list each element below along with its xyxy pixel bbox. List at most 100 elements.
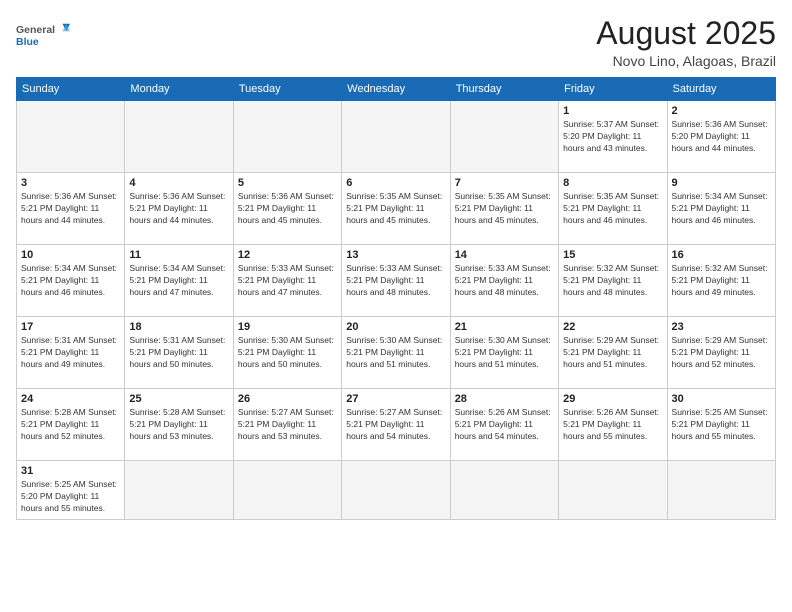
day-number: 17 (21, 321, 120, 333)
calendar-cell: 13Sunrise: 5:33 AM Sunset: 5:21 PM Dayli… (342, 245, 450, 317)
day-detail: Sunrise: 5:30 AM Sunset: 5:21 PM Dayligh… (455, 335, 554, 371)
day-number: 18 (129, 321, 228, 333)
day-detail: Sunrise: 5:34 AM Sunset: 5:21 PM Dayligh… (21, 263, 120, 299)
week-row-2: 10Sunrise: 5:34 AM Sunset: 5:21 PM Dayli… (17, 245, 776, 317)
day-detail: Sunrise: 5:35 AM Sunset: 5:21 PM Dayligh… (346, 191, 445, 227)
day-detail: Sunrise: 5:37 AM Sunset: 5:20 PM Dayligh… (563, 119, 662, 155)
day-number: 4 (129, 177, 228, 189)
calendar-cell (342, 101, 450, 173)
calendar-cell (342, 461, 450, 520)
month-title: August 2025 (596, 16, 776, 51)
week-row-0: 1 Sunrise: 5:37 AM Sunset: 5:20 PM Daylig… (17, 101, 776, 173)
calendar-cell: 5 Sunrise: 5:36 AM Sunset: 5:21 PM Daylig… (233, 173, 341, 245)
header: General Blue August 2025 Novo Lino, Alag… (16, 16, 776, 69)
day-detail: Sunrise: 5:33 AM Sunset: 5:21 PM Dayligh… (238, 263, 337, 299)
day-detail: Sunrise: 5:30 AM Sunset: 5:21 PM Dayligh… (346, 335, 445, 371)
calendar-cell: 26 Sunrise: 5:27 AM Sunset: 5:21 PM Dayli… (233, 389, 341, 461)
header-sunday: Sunday (17, 78, 125, 101)
day-detail: Sunrise: 5:34 AM Sunset: 5:21 PM Dayligh… (672, 191, 771, 227)
day-number: 13 (346, 249, 445, 261)
calendar-cell (125, 101, 233, 173)
calendar-cell: 15 Sunrise: 5:32 AM Sunset: 5:21 PM Dayli… (559, 245, 667, 317)
calendar-cell: 8Sunrise: 5:35 AM Sunset: 5:21 PM Daylig… (559, 173, 667, 245)
header-wednesday: Wednesday (342, 78, 450, 101)
day-detail: Sunrise: 5:32 AM Sunset: 5:21 PM Dayligh… (563, 263, 662, 299)
calendar-cell: 28 Sunrise: 5:26 AM Sunset: 5:21 PM Dayli… (450, 389, 558, 461)
day-detail: Sunrise: 5:31 AM Sunset: 5:21 PM Dayligh… (129, 335, 228, 371)
week-row-4: 24Sunrise: 5:28 AM Sunset: 5:21 PM Dayli… (17, 389, 776, 461)
day-number: 9 (672, 177, 771, 189)
calendar-cell: 2Sunrise: 5:36 AM Sunset: 5:20 PM Daylig… (667, 101, 775, 173)
calendar-cell: 27 Sunrise: 5:27 AM Sunset: 5:21 PM Dayli… (342, 389, 450, 461)
calendar-cell (233, 461, 341, 520)
calendar-cell: 20 Sunrise: 5:30 AM Sunset: 5:21 PM Dayli… (342, 317, 450, 389)
day-detail: Sunrise: 5:26 AM Sunset: 5:21 PM Dayligh… (563, 407, 662, 443)
day-number: 14 (455, 249, 554, 261)
day-detail: Sunrise: 5:36 AM Sunset: 5:20 PM Dayligh… (672, 119, 771, 155)
calendar-cell: 7 Sunrise: 5:35 AM Sunset: 5:21 PM Daylig… (450, 173, 558, 245)
calendar-cell: 16 Sunrise: 5:32 AM Sunset: 5:21 PM Dayli… (667, 245, 775, 317)
day-number: 15 (563, 249, 662, 261)
calendar-cell (450, 461, 558, 520)
calendar-cell: 22Sunrise: 5:29 AM Sunset: 5:21 PM Dayli… (559, 317, 667, 389)
day-number: 28 (455, 393, 554, 405)
calendar-cell: 30Sunrise: 5:25 AM Sunset: 5:21 PM Dayli… (667, 389, 775, 461)
calendar-cell: 17Sunrise: 5:31 AM Sunset: 5:21 PM Dayli… (17, 317, 125, 389)
calendar-cell: 12Sunrise: 5:33 AM Sunset: 5:21 PM Dayli… (233, 245, 341, 317)
svg-text:Blue: Blue (16, 36, 39, 48)
calendar-cell (450, 101, 558, 173)
day-number: 31 (21, 465, 120, 477)
calendar-cell: 23 Sunrise: 5:29 AM Sunset: 5:21 PM Dayli… (667, 317, 775, 389)
location: Novo Lino, Alagoas, Brazil (596, 53, 776, 69)
day-detail: Sunrise: 5:36 AM Sunset: 5:21 PM Dayligh… (21, 191, 120, 227)
calendar-cell (17, 101, 125, 173)
logo-svg: General Blue (16, 16, 76, 54)
calendar-cell: 14 Sunrise: 5:33 AM Sunset: 5:21 PM Dayli… (450, 245, 558, 317)
day-detail: Sunrise: 5:26 AM Sunset: 5:21 PM Dayligh… (455, 407, 554, 443)
logo: General Blue (16, 16, 76, 54)
day-detail: Sunrise: 5:32 AM Sunset: 5:21 PM Dayligh… (672, 263, 771, 299)
day-detail: Sunrise: 5:35 AM Sunset: 5:21 PM Dayligh… (455, 191, 554, 227)
day-number: 1 (563, 105, 662, 117)
calendar-cell: 31 Sunrise: 5:25 AM Sunset: 5:20 PM Dayli… (17, 461, 125, 520)
header-thursday: Thursday (450, 78, 558, 101)
calendar-header-row: SundayMondayTuesdayWednesdayThursdayFrid… (17, 78, 776, 101)
day-number: 16 (672, 249, 771, 261)
day-number: 23 (672, 321, 771, 333)
day-number: 25 (129, 393, 228, 405)
week-row-1: 3Sunrise: 5:36 AM Sunset: 5:21 PM Daylig… (17, 173, 776, 245)
day-detail: Sunrise: 5:34 AM Sunset: 5:21 PM Dayligh… (129, 263, 228, 299)
day-number: 5 (238, 177, 337, 189)
day-detail: Sunrise: 5:30 AM Sunset: 5:21 PM Dayligh… (238, 335, 337, 371)
day-detail: Sunrise: 5:29 AM Sunset: 5:21 PM Dayligh… (672, 335, 771, 371)
calendar-cell: 29Sunrise: 5:26 AM Sunset: 5:21 PM Dayli… (559, 389, 667, 461)
calendar-table: SundayMondayTuesdayWednesdayThursdayFrid… (16, 77, 776, 520)
day-detail: Sunrise: 5:27 AM Sunset: 5:21 PM Dayligh… (238, 407, 337, 443)
header-monday: Monday (125, 78, 233, 101)
day-number: 7 (455, 177, 554, 189)
day-detail: Sunrise: 5:27 AM Sunset: 5:21 PM Dayligh… (346, 407, 445, 443)
day-number: 26 (238, 393, 337, 405)
header-friday: Friday (559, 78, 667, 101)
calendar-cell: 11Sunrise: 5:34 AM Sunset: 5:21 PM Dayli… (125, 245, 233, 317)
day-number: 21 (455, 321, 554, 333)
day-number: 30 (672, 393, 771, 405)
day-number: 20 (346, 321, 445, 333)
calendar-cell: 9 Sunrise: 5:34 AM Sunset: 5:21 PM Daylig… (667, 173, 775, 245)
day-number: 8 (563, 177, 662, 189)
calendar-cell (667, 461, 775, 520)
day-number: 24 (21, 393, 120, 405)
calendar-cell: 24Sunrise: 5:28 AM Sunset: 5:21 PM Dayli… (17, 389, 125, 461)
day-number: 27 (346, 393, 445, 405)
day-number: 19 (238, 321, 337, 333)
calendar-cell: 6 Sunrise: 5:35 AM Sunset: 5:21 PM Daylig… (342, 173, 450, 245)
calendar-cell (125, 461, 233, 520)
calendar-cell: 25Sunrise: 5:28 AM Sunset: 5:21 PM Dayli… (125, 389, 233, 461)
day-detail: Sunrise: 5:29 AM Sunset: 5:21 PM Dayligh… (563, 335, 662, 371)
calendar-cell: 10Sunrise: 5:34 AM Sunset: 5:21 PM Dayli… (17, 245, 125, 317)
day-detail: Sunrise: 5:36 AM Sunset: 5:21 PM Dayligh… (238, 191, 337, 227)
day-number: 6 (346, 177, 445, 189)
day-detail: Sunrise: 5:33 AM Sunset: 5:21 PM Dayligh… (455, 263, 554, 299)
day-detail: Sunrise: 5:25 AM Sunset: 5:20 PM Dayligh… (21, 479, 120, 515)
calendar-cell: 3Sunrise: 5:36 AM Sunset: 5:21 PM Daylig… (17, 173, 125, 245)
